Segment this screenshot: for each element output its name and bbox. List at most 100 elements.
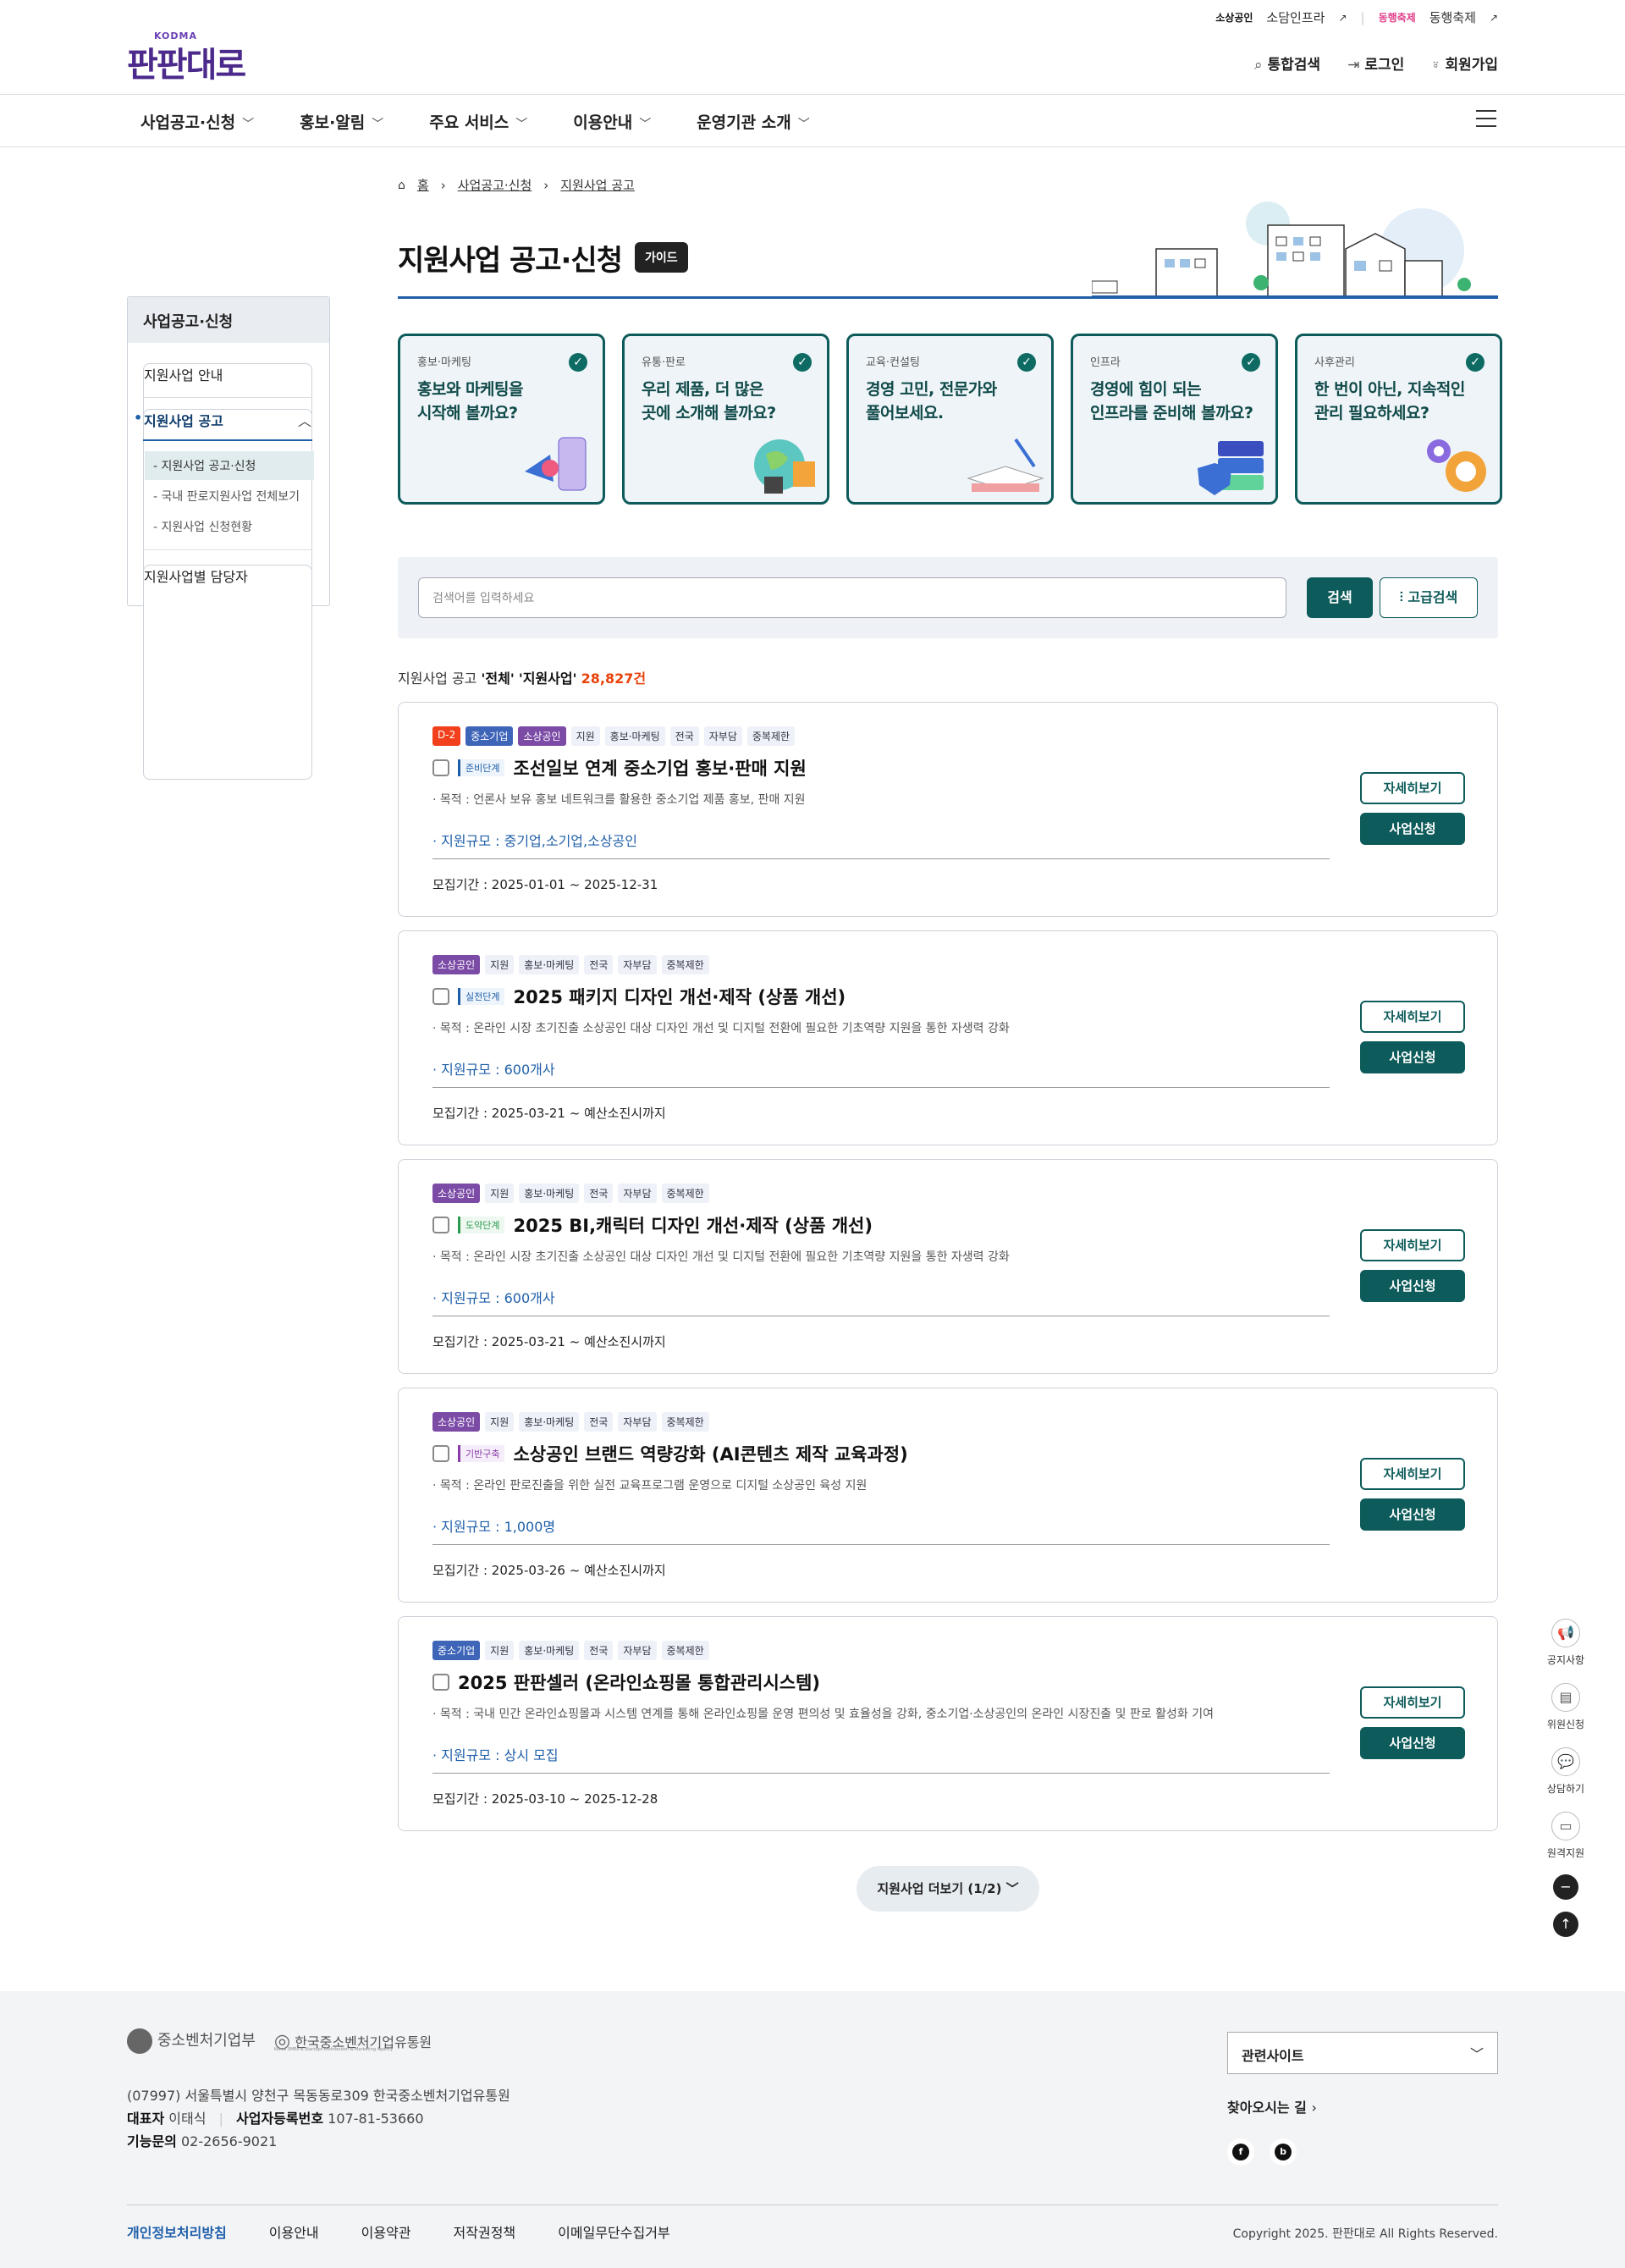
item-title[interactable]: 소상공인 브랜드 역량강화 (AI콘텐츠 제작 교육과정) <box>513 1441 907 1466</box>
guide-button[interactable]: 가이드 <box>635 242 688 273</box>
category-card-aftercare[interactable]: 사후관리 한 번이 아닌, 지속적인 관리 필요하세요? ✓ <box>1295 334 1502 505</box>
tag: 중복제한 <box>661 1641 709 1660</box>
link-donghaeng-festival[interactable]: 동행축제 <box>1429 8 1476 26</box>
item-title[interactable]: 2025 패키지 디자인 개선·제작 (상품 개선) <box>513 984 846 1009</box>
facebook-icon[interactable]: f <box>1227 2138 1254 2166</box>
link-sodam-infra[interactable]: 소담인프라 <box>1266 8 1325 26</box>
related-sites-select[interactable]: 관련사이트 ﹀ <box>1227 2032 1498 2074</box>
item-checkbox[interactable] <box>432 759 449 776</box>
detail-button[interactable]: 자세히보기 <box>1360 1686 1465 1719</box>
apply-button[interactable]: 사업신청 <box>1360 1041 1465 1073</box>
divider: | <box>218 2111 223 2127</box>
item-checkbox[interactable] <box>432 1217 449 1233</box>
tag-list: 소상공인 지원 홍보·마케팅 전국 자부담 중복제한 <box>432 1184 709 1203</box>
search-button[interactable]: 검색 <box>1307 577 1373 618</box>
category-card-infra[interactable]: 인프라 경영에 힘이 되는 인프라를 준비해 볼까요? ✓ <box>1071 334 1278 505</box>
item-checkbox[interactable] <box>432 988 449 1005</box>
item-checkbox[interactable] <box>432 1445 449 1462</box>
item-scale: · 지원규모 : 600개사 <box>432 1290 555 1306</box>
count-query-all: '전체' <box>481 670 515 687</box>
count-prefix: 지원사업 공고 <box>398 670 477 687</box>
card-text-line: 경영에 힘이 되는 <box>1090 380 1202 399</box>
check-icon: ✓ <box>1017 353 1036 372</box>
total-search-button[interactable]: ⌕ 통합검색 <box>1254 52 1320 74</box>
item-title[interactable]: 2025 BI,캐릭터 디자인 개선·제작 (상품 개선) <box>513 1212 872 1238</box>
gnb-item-business[interactable]: 사업공고·신청 ﹀ <box>140 110 254 133</box>
quick-remote[interactable]: ▭ 원격지원 <box>1542 1812 1589 1860</box>
directions-link[interactable]: 찾아오시는 길 › <box>1227 2096 1317 2116</box>
apply-button[interactable]: 사업신청 <box>1360 813 1465 845</box>
card-text-line: 곳에 소개해 볼까요? <box>642 404 776 422</box>
item-checkbox[interactable] <box>432 1674 449 1691</box>
side-nav-label: 지원사업 공고 <box>144 413 223 429</box>
site-logo[interactable]: KODMA 판판대로 <box>127 30 246 86</box>
external-link-icon: ↗ <box>1338 11 1347 24</box>
footer-link-guide[interactable]: 이용안내 <box>269 2221 319 2242</box>
item-title-row: 2025 판판셀러 (온라인쇼핑몰 통합관리시스템) <box>432 1669 820 1695</box>
footer-link-copyright[interactable]: 저작권정책 <box>454 2221 516 2242</box>
logo-text: 판판대로 <box>127 46 246 85</box>
footer-link-terms[interactable]: 이용약관 <box>361 2221 411 2242</box>
globe-box-icon <box>754 439 815 494</box>
detail-button[interactable]: 자세히보기 <box>1360 772 1465 804</box>
blog-icon[interactable]: b <box>1270 2138 1297 2166</box>
gnb-item-promotion[interactable]: 홍보·알림 ﹀ <box>300 110 383 133</box>
apply-button[interactable]: 사업신청 <box>1360 1498 1465 1531</box>
item-title[interactable]: 2025 판판셀러 (온라인쇼핑몰 통합관리시스템) <box>458 1669 820 1695</box>
side-nav-item-manager[interactable]: 지원사업별 담당자 <box>143 565 312 780</box>
detail-button[interactable]: 자세히보기 <box>1360 1229 1465 1261</box>
kodma-logo-sub: Korea SMEs & Startups Distribution & Mar… <box>274 2047 394 2052</box>
check-icon: ✓ <box>1466 353 1485 372</box>
gnb-label: 사업공고·신청 <box>140 113 236 132</box>
monitor-icon: ▭ <box>1551 1812 1580 1840</box>
footer-links: 개인정보처리방침 이용안내 이용약관 저작권정책 이메일무단수집거부 <box>127 2221 670 2242</box>
apply-button[interactable]: 사업신청 <box>1360 1270 1465 1302</box>
gnb-item-about[interactable]: 운영기관 소개 ﹀ <box>697 110 810 133</box>
advanced-search-label: 고급검색 <box>1407 589 1458 605</box>
quick-committee[interactable]: ▤ 위원신청 <box>1542 1683 1589 1731</box>
breadcrumb-level2[interactable]: 지원사업 공고 <box>560 176 635 194</box>
search-input[interactable]: 검색어를 입력하세요 <box>418 577 1286 618</box>
side-nav-sub-status[interactable]: - 지원사업 신청현황 <box>145 512 314 541</box>
card-text: 우리 제품, 더 많은 곳에 소개해 볼까요? <box>642 378 810 425</box>
load-more-button[interactable]: 지원사업 더보기 (1/2) ﹀ <box>857 1866 1039 1912</box>
chevron-down-icon: ﹀ <box>242 118 255 131</box>
gnb-item-guide[interactable]: 이용안내 ﹀ <box>573 110 651 133</box>
category-card-marketing[interactable]: 홍보·마케팅 홍보와 마케팅을 시작해 볼까요? ✓ <box>398 334 605 505</box>
side-nav-sub-apply[interactable]: - 지원사업 공고·신청 <box>145 451 314 480</box>
hamburger-menu-icon[interactable] <box>1476 110 1496 127</box>
item-title[interactable]: 조선일보 연계 중소기업 홍보·판매 지원 <box>513 755 806 781</box>
card-text: 경영 고민, 전문가와 풀어보세요. <box>866 378 1034 425</box>
breadcrumb-home[interactable]: 홈 <box>417 176 429 194</box>
login-button[interactable]: ⇥ 로그인 <box>1347 52 1404 74</box>
apply-button[interactable]: 사업신청 <box>1360 1727 1465 1759</box>
footer-link-email[interactable]: 이메일무단수집거부 <box>558 2221 669 2242</box>
check-icon: ✓ <box>569 353 587 372</box>
category-card-education[interactable]: 교육·컨설팅 경영 고민, 전문가와 풀어보세요. ✓ <box>846 334 1054 505</box>
join-button[interactable]: ⍤ 회원가입 <box>1431 52 1498 74</box>
quick-notice[interactable]: 📢 공지사항 <box>1542 1619 1589 1667</box>
item-title-row: 준비단계 조선일보 연계 중소기업 홍보·판매 지원 <box>432 755 807 781</box>
detail-button[interactable]: 자세히보기 <box>1360 1458 1465 1490</box>
stage-badge: 도약단계 <box>458 1217 505 1233</box>
collapse-quick-button[interactable]: − <box>1542 1874 1589 1900</box>
divider <box>432 858 1330 859</box>
list-item: 소상공인 지원 홍보·마케팅 전국 자부담 중복제한 기반구축 소상공인 브랜드… <box>398 1388 1498 1603</box>
category-card-distribution[interactable]: 유통·판로 우리 제품, 더 많은 곳에 소개해 볼까요? ✓ <box>622 334 829 505</box>
advanced-search-button[interactable]: ⫶ 고급검색 <box>1380 577 1478 618</box>
document-icon: ▤ <box>1551 1683 1580 1712</box>
scroll-top-button[interactable]: ↑ <box>1542 1912 1589 1937</box>
detail-button[interactable]: 자세히보기 <box>1360 1001 1465 1033</box>
side-nav-sub-all[interactable]: - 국내 판로지원사업 전체보기 <box>145 482 314 510</box>
tag: 소상공인 <box>432 1184 481 1203</box>
footer-link-privacy[interactable]: 개인정보처리방침 <box>127 2221 227 2242</box>
util-links: 소상공인 소담인프라 ↗ | 동행축제 동행축제 ↗ <box>1215 8 1498 26</box>
gnb-item-services[interactable]: 주요 서비스 ﹀ <box>429 110 527 133</box>
external-link-icon: ↗ <box>1489 11 1498 24</box>
quick-consult[interactable]: 💬 상담하기 <box>1542 1747 1589 1796</box>
card-text-line: 관리 필요하세요? <box>1314 404 1429 422</box>
breadcrumb-level1[interactable]: 사업공고·신청 <box>458 176 532 194</box>
breadcrumb: ⌂ 홈 › 사업공고·신청 › 지원사업 공고 <box>398 176 635 194</box>
side-nav-title: 사업공고·신청 <box>128 297 329 343</box>
item-period: 모집기간 : 2025-03-26 ~ 예산소진시까지 <box>432 1563 666 1578</box>
